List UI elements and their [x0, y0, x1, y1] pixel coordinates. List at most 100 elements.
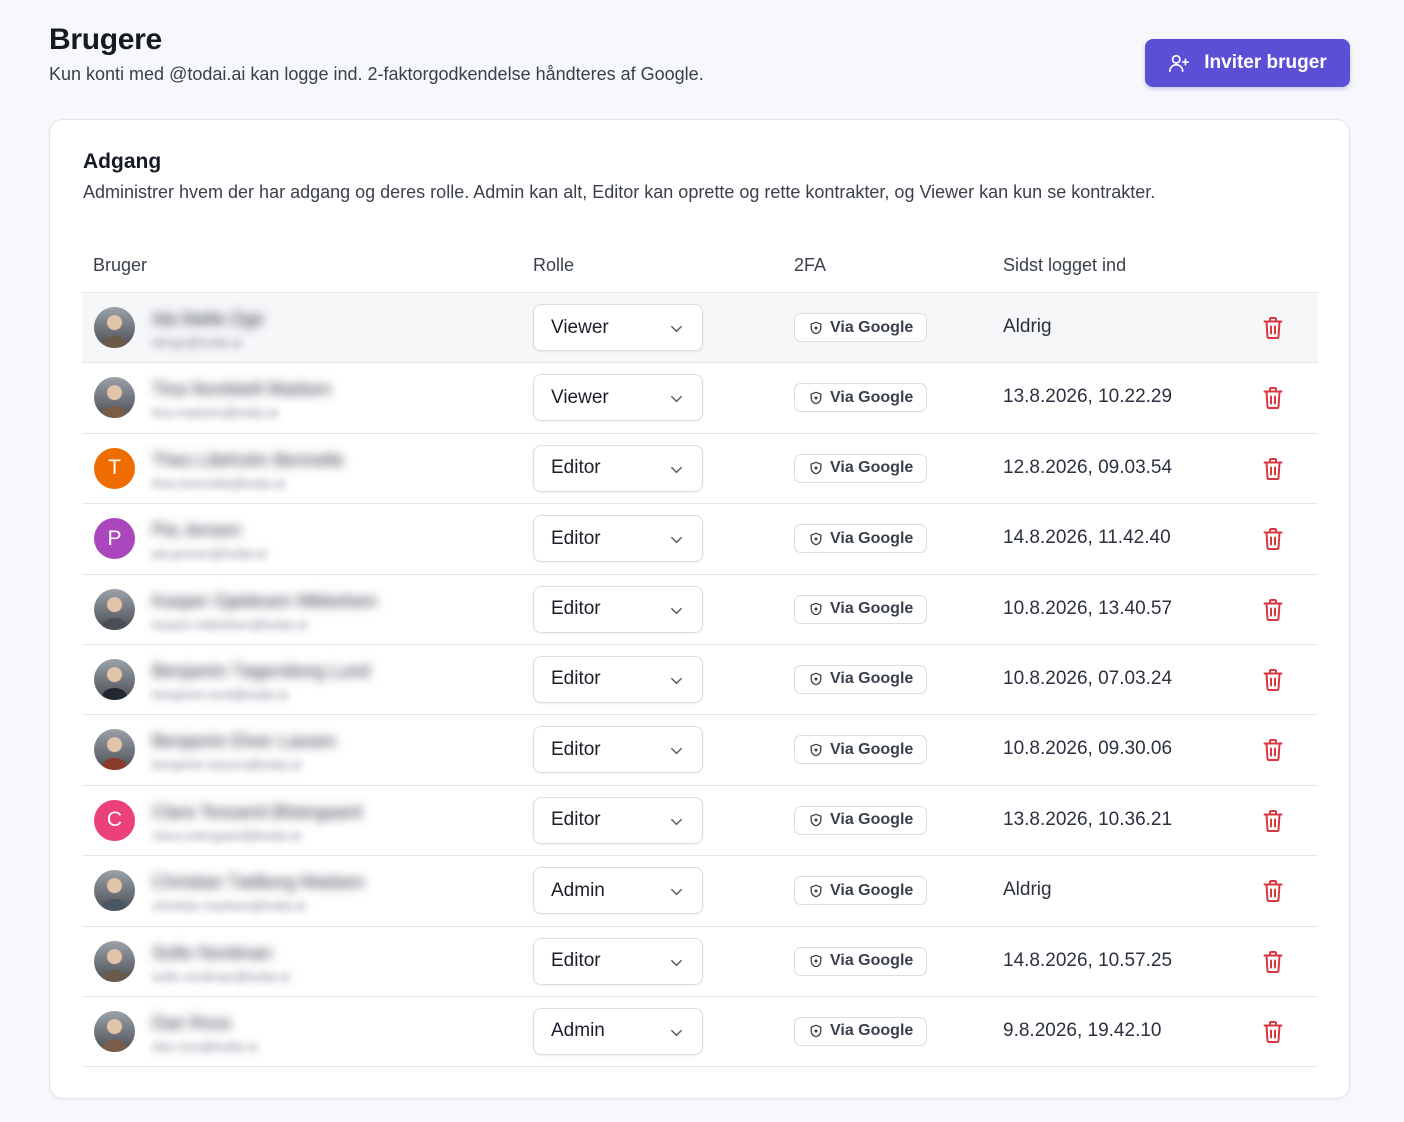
- role-select[interactable]: Admin: [533, 867, 703, 915]
- delete-user-button[interactable]: [1262, 386, 1284, 410]
- shield-icon: [810, 602, 822, 616]
- user-email: sofie.nordman@todai.ai: [152, 968, 290, 984]
- role-select[interactable]: Editor: [533, 796, 703, 844]
- twofa-label: Via Google: [830, 811, 914, 829]
- table-row: Tina Nordstell Madsen tina.madsen@todai.a…: [82, 363, 1318, 434]
- role-select[interactable]: Viewer: [533, 374, 703, 422]
- user-name: Christian Tødborg Madsen: [152, 872, 365, 893]
- trash-icon: [1263, 809, 1283, 832]
- user-name: Benjamin Elver Lassen: [152, 731, 337, 752]
- user-email: dan.ross@todai.ai: [152, 1038, 257, 1054]
- avatar: [94, 870, 135, 912]
- delete-user-button[interactable]: [1262, 809, 1284, 833]
- twofa-label: Via Google: [830, 600, 914, 618]
- role-select[interactable]: Editor: [533, 655, 703, 703]
- shield-icon: [810, 1025, 822, 1038]
- avatar-photo-shape: [102, 758, 127, 771]
- delete-user-button[interactable]: [1262, 1020, 1284, 1044]
- chevron-down-icon: [671, 537, 682, 544]
- table-row: Dan Ross dan.ross@todai.ai Admin Via Google…: [82, 997, 1318, 1068]
- avatar-photo-shape: [102, 617, 127, 630]
- column-header-user: Bruger: [93, 255, 148, 275]
- trash-icon: [1263, 739, 1283, 762]
- last-login: 12.8.2026, 09.03.54: [1003, 456, 1173, 478]
- avatar-initial: C: [106, 808, 123, 832]
- column-header-2fa: 2FA: [794, 255, 827, 275]
- twofa-badge: Via Google: [794, 313, 927, 342]
- chevron-down-icon: [671, 677, 682, 685]
- twofa-label: Via Google: [830, 1022, 914, 1040]
- table-row: Sofie Nordman sofie.nordman@todai.ai Edito…: [82, 927, 1318, 997]
- trash-icon: [1263, 387, 1283, 410]
- avatar: [94, 658, 135, 700]
- users-table: Bruger Rolle 2FA Sidst logget ind Ida Mø…: [82, 242, 1318, 1068]
- delete-user-button[interactable]: [1262, 527, 1284, 551]
- role-select-value: Editor: [551, 598, 601, 620]
- avatar-photo-shape: [102, 899, 127, 912]
- delete-user-button[interactable]: [1262, 950, 1284, 974]
- twofa-label: Via Google: [830, 318, 914, 336]
- table-row: C Clara Tessand Østergaard clara.ostergaar…: [82, 786, 1318, 857]
- chevron-down-icon: [671, 889, 682, 896]
- role-select-value: Viewer: [551, 316, 609, 338]
- role-select[interactable]: Viewer: [533, 304, 703, 351]
- last-login: 9.8.2026, 19.42.10: [1003, 1019, 1162, 1041]
- twofa-badge: Via Google: [794, 664, 927, 694]
- last-login: 13.8.2026, 10.36.21: [1003, 808, 1173, 830]
- role-select[interactable]: Editor: [533, 726, 703, 774]
- chevron-down-icon: [671, 959, 682, 966]
- user-email: pia.jensen@todai.ai: [152, 546, 267, 562]
- column-header-last-login: Sidst logget ind: [1003, 255, 1127, 275]
- avatar: [94, 1010, 135, 1052]
- avatar: C: [94, 799, 135, 841]
- access-card: Adgang Administrer hvem der har adgang o…: [49, 119, 1350, 1099]
- table-row: Christian Tødborg Madsen christian.madsen…: [82, 856, 1318, 927]
- user-email: benjamin.lassen@todai.ai: [152, 757, 302, 773]
- role-select[interactable]: Editor: [533, 937, 703, 985]
- twofa-badge: Via Google: [794, 735, 927, 765]
- user-name: Dan Ross: [152, 1012, 232, 1033]
- role-select[interactable]: Editor: [533, 515, 703, 563]
- delete-user-button[interactable]: [1262, 738, 1284, 762]
- shield-icon: [810, 391, 822, 405]
- delete-user-button[interactable]: [1262, 598, 1284, 622]
- user-name: Ida Mølle Dge: [152, 309, 265, 329]
- last-login: 10.8.2026, 13.40.57: [1003, 597, 1173, 619]
- delete-user-button[interactable]: [1262, 668, 1284, 692]
- user-email: kasper.mikkelsen@todai.ai: [152, 616, 307, 632]
- last-login: Aldrig: [1003, 879, 1052, 901]
- delete-user-button[interactable]: [1262, 457, 1284, 481]
- card-title: Adgang: [83, 150, 162, 173]
- twofa-label: Via Google: [830, 952, 914, 970]
- delete-user-button[interactable]: [1262, 316, 1284, 340]
- user-name: Clara Tessand Østergaard: [152, 801, 362, 822]
- user-email: clara.ostergaard@todai.ai: [152, 827, 302, 843]
- card-description: Administrer hvem der har adgang og deres…: [83, 182, 1156, 202]
- trash-icon: [1263, 317, 1283, 339]
- invite-user-button[interactable]: Inviter bruger: [1145, 39, 1350, 87]
- user-name: Benjamin Tøgersborg Lund: [152, 660, 370, 681]
- last-login: 14.8.2026, 11.42.40: [1003, 527, 1171, 549]
- last-login: 13.8.2026, 10.22.29: [1003, 386, 1173, 408]
- role-select[interactable]: Editor: [533, 444, 703, 492]
- last-login: 10.8.2026, 07.03.24: [1003, 667, 1173, 689]
- last-login: 14.8.2026, 10.57.25: [1003, 949, 1173, 971]
- trash-icon: [1263, 880, 1283, 903]
- twofa-badge: Via Google: [794, 876, 927, 906]
- shield-icon: [810, 321, 822, 334]
- role-select[interactable]: Editor: [533, 585, 703, 633]
- user-email: benjamin.lund@todai.ai: [152, 686, 289, 702]
- role-select[interactable]: Admin: [533, 1007, 703, 1055]
- table-row: Benjamin Tøgersborg Lund benjamin.lund@to…: [82, 645, 1318, 716]
- role-select-value: Admin: [551, 879, 605, 901]
- role-select-value: Editor: [551, 809, 601, 831]
- trash-icon: [1263, 1020, 1283, 1043]
- shield-icon: [810, 673, 822, 686]
- delete-user-button[interactable]: [1262, 879, 1284, 903]
- page-header: Brugere Kun konti med @todai.ai kan logg…: [49, 22, 1350, 92]
- twofa-badge: Via Google: [794, 453, 927, 483]
- trash-icon: [1263, 457, 1283, 480]
- twofa-label: Via Google: [830, 670, 914, 688]
- shield-icon: [810, 532, 822, 546]
- avatar: [94, 307, 135, 348]
